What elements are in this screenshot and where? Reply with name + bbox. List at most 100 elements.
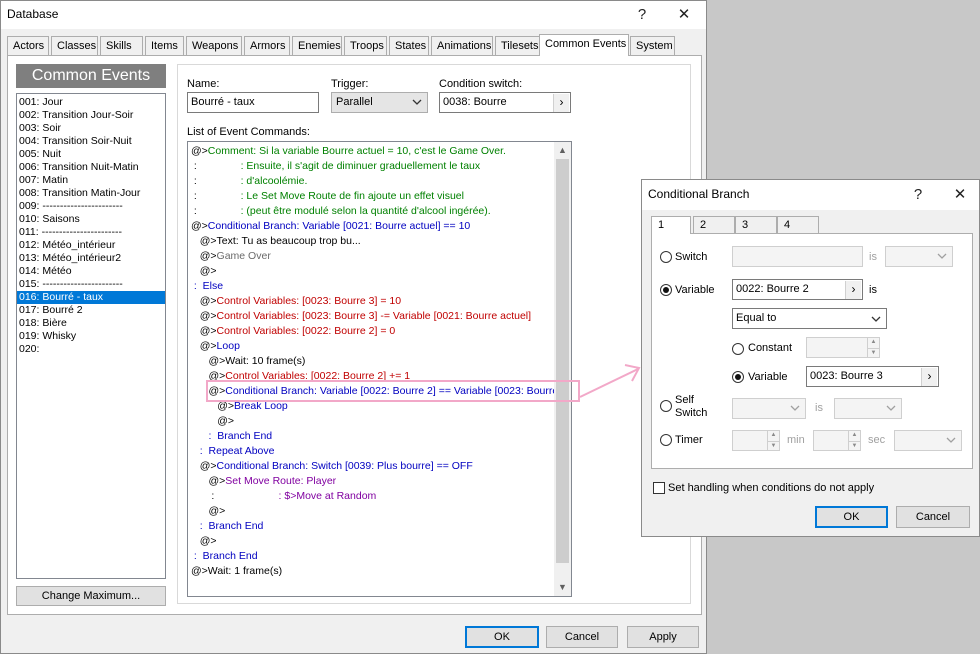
help-icon[interactable]: ? (629, 5, 655, 25)
list-item[interactable]: 011: ----------------------- (17, 226, 165, 239)
command-line[interactable]: @>Set Move Route: Player (191, 474, 337, 489)
spin-down-icon[interactable]: ▼ (848, 440, 860, 450)
common-events-list[interactable]: 001: Jour 002: Transition Jour-Soir 003: S… (16, 93, 166, 579)
list-item[interactable]: 005: Nuit (17, 148, 165, 161)
variable-radio[interactable] (660, 284, 672, 296)
command-line[interactable]: : : Le Set Move Route de fin ajoute un e… (191, 189, 464, 204)
cb-cancel-button[interactable]: Cancel (896, 506, 970, 528)
list-item[interactable]: 003: Soir (17, 122, 165, 135)
tab-items[interactable]: Items (145, 36, 184, 55)
command-line[interactable]: @> (191, 264, 217, 279)
set-handling-checkbox[interactable] (653, 482, 665, 494)
timer-min-spinner[interactable]: ▲ ▼ (732, 430, 780, 451)
command-line[interactable]: : Else (191, 279, 223, 294)
tab-classes[interactable]: Classes (51, 36, 98, 55)
scroll-thumb[interactable] (556, 159, 569, 563)
cb-close-icon[interactable]: ✕ (947, 185, 973, 205)
compare-variable-radio[interactable] (732, 371, 744, 383)
list-item[interactable]: 010: Saisons (17, 213, 165, 226)
command-line[interactable]: @> (191, 414, 234, 429)
switch-state-select[interactable] (885, 246, 953, 267)
tab-actors[interactable]: Actors (7, 36, 49, 55)
list-item[interactable]: 015: ----------------------- (17, 278, 165, 291)
tab-animations[interactable]: Animations (431, 36, 493, 55)
event-commands-list[interactable]: @>Wait: 1 frame(s) : Branch End @> : Bra… (187, 141, 572, 597)
commands-scrollbar[interactable]: ▲ ▼ (554, 142, 571, 596)
close-icon[interactable]: ✕ (671, 5, 697, 25)
command-line[interactable]: : Branch End (191, 519, 264, 534)
command-line[interactable]: @>Text: Tu as beaucoup trop bu... (191, 234, 361, 249)
tab-common-events[interactable]: Common Events (539, 34, 629, 56)
list-item[interactable]: 012: Météo_intérieur (17, 239, 165, 252)
list-item[interactable]: 007: Matin (17, 174, 165, 187)
operator-select[interactable]: Equal to (732, 308, 887, 329)
ok-button[interactable]: OK (465, 626, 539, 648)
tab-system[interactable]: System (630, 36, 675, 55)
switch-field[interactable] (732, 246, 863, 267)
self-switch-state-select[interactable] (834, 398, 902, 419)
tab-tilesets[interactable]: Tilesets (495, 36, 540, 55)
change-maximum-button[interactable]: Change Maximum... (16, 586, 166, 606)
trigger-select[interactable]: Parallel (331, 92, 428, 113)
command-line[interactable]: @>Conditional Branch: Switch [0039: Plus… (191, 459, 473, 474)
spin-up-icon[interactable]: ▲ (867, 338, 879, 348)
command-line[interactable]: : : Ensuite, il s'agit de diminuer gradu… (191, 159, 480, 174)
timer-sec-spinner[interactable]: ▲ ▼ (813, 430, 861, 451)
self-switch-radio[interactable] (660, 400, 672, 412)
spin-up-icon[interactable]: ▲ (848, 431, 860, 441)
cb-tab-3[interactable]: 3 (735, 216, 777, 234)
chevron-right-icon[interactable]: › (845, 281, 861, 299)
compare-variable-field[interactable]: 0023: Bourre 3 › (806, 366, 939, 387)
scroll-up-icon[interactable]: ▲ (554, 142, 571, 159)
spin-up-icon[interactable]: ▲ (767, 431, 779, 441)
command-line[interactable]: @>Wait: 10 frame(s) (191, 354, 306, 369)
command-line[interactable]: @>Control Variables: [0022: Bourre 2] = … (191, 324, 396, 339)
cb-tab-1[interactable]: 1 (651, 216, 691, 234)
command-line[interactable]: @> (191, 504, 226, 519)
command-line[interactable]: : Branch End (191, 549, 258, 564)
chevron-right-icon[interactable]: › (553, 94, 569, 112)
switch-radio[interactable] (660, 251, 672, 263)
tab-states[interactable]: States (389, 36, 429, 55)
command-line[interactable]: @>Loop (191, 339, 240, 354)
list-item[interactable]: 017: Bourré 2 (17, 304, 165, 317)
command-line[interactable]: : : (peut être modulé selon la quantité … (191, 204, 491, 219)
command-line[interactable]: @>Game Over (191, 249, 271, 264)
variable-field[interactable]: 0022: Bourre 2 › (732, 279, 863, 300)
cb-help-icon[interactable]: ? (905, 185, 931, 205)
command-line[interactable]: : Repeat Above (191, 444, 275, 459)
cancel-button[interactable]: Cancel (546, 626, 618, 648)
list-item[interactable]: 020: (17, 343, 165, 356)
spin-down-icon[interactable]: ▼ (867, 347, 879, 357)
list-item[interactable]: 016: Bourré - taux (17, 291, 165, 304)
list-item[interactable]: 001: Jour (17, 96, 165, 109)
cb-tab-4[interactable]: 4 (777, 216, 819, 234)
tab-troops[interactable]: Troops (344, 36, 387, 55)
list-item[interactable]: 008: Transition Matin-Jour (17, 187, 165, 200)
cb-tab-2[interactable]: 2 (693, 216, 735, 234)
command-line[interactable]: @>Wait: 1 frame(s) (191, 564, 282, 579)
name-input[interactable]: Bourré - taux (187, 92, 319, 113)
tab-skills[interactable]: Skills (100, 36, 143, 55)
list-item[interactable]: 019: Whisky (17, 330, 165, 343)
tab-armors[interactable]: Armors (244, 36, 290, 55)
command-line[interactable]: @>Control Variables: [0023: Bourre 3] -=… (191, 309, 531, 324)
tab-weapons[interactable]: Weapons (186, 36, 242, 55)
constant-radio[interactable] (732, 343, 744, 355)
spin-down-icon[interactable]: ▼ (767, 440, 779, 450)
scroll-down-icon[interactable]: ▼ (554, 579, 571, 596)
command-line[interactable]: @> (191, 534, 217, 549)
constant-spinner[interactable]: ▲ ▼ (806, 337, 880, 358)
timer-radio[interactable] (660, 434, 672, 446)
command-line[interactable]: : : d'alcoolémie. (191, 174, 307, 189)
list-item[interactable]: 013: Météo_intérieur2 (17, 252, 165, 265)
self-switch-select[interactable] (732, 398, 806, 419)
list-item[interactable]: 004: Transition Soir-Nuit (17, 135, 165, 148)
command-line[interactable]: @>Comment: Si la variable Bourre actuel … (191, 144, 506, 159)
timer-compare-select[interactable] (894, 430, 962, 451)
apply-button[interactable]: Apply (627, 626, 699, 648)
command-line[interactable]: @>Conditional Branch: Variable [0021: Bo… (191, 219, 470, 234)
command-line[interactable]: : : $>Move at Random (191, 489, 376, 504)
list-item[interactable]: 018: Bière (17, 317, 165, 330)
list-item[interactable]: 006: Transition Nuit-Matin (17, 161, 165, 174)
